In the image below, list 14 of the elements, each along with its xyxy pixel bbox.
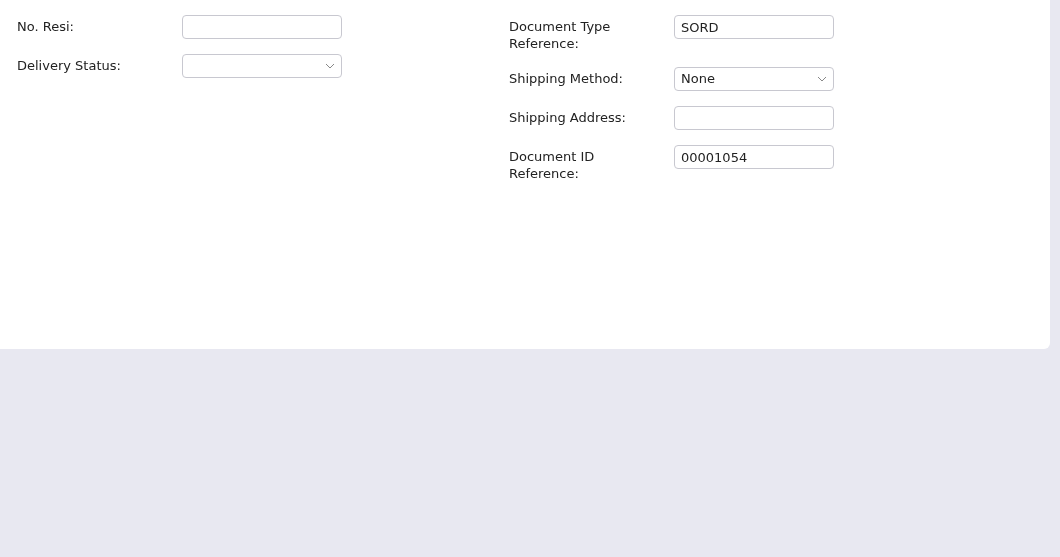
field-label: Shipping Address: xyxy=(509,109,627,126)
input-field[interactable] xyxy=(674,106,834,130)
chevron-down-icon xyxy=(817,76,827,82)
field-label: Document Type Reference: xyxy=(509,18,612,52)
chevron-down-icon xyxy=(325,63,335,69)
field-label: Delivery Status: xyxy=(17,57,122,74)
field-label: No. Resi: xyxy=(17,18,75,35)
input-field[interactable]: 00001054 xyxy=(674,145,834,169)
input-field[interactable] xyxy=(182,15,342,39)
field-label: Shipping Method: xyxy=(509,70,624,87)
dropdown[interactable] xyxy=(182,54,342,78)
field-label: Document ID Reference: xyxy=(509,148,596,182)
input-field[interactable]: SORD xyxy=(674,15,834,39)
dropdown[interactable]: None xyxy=(674,67,834,91)
